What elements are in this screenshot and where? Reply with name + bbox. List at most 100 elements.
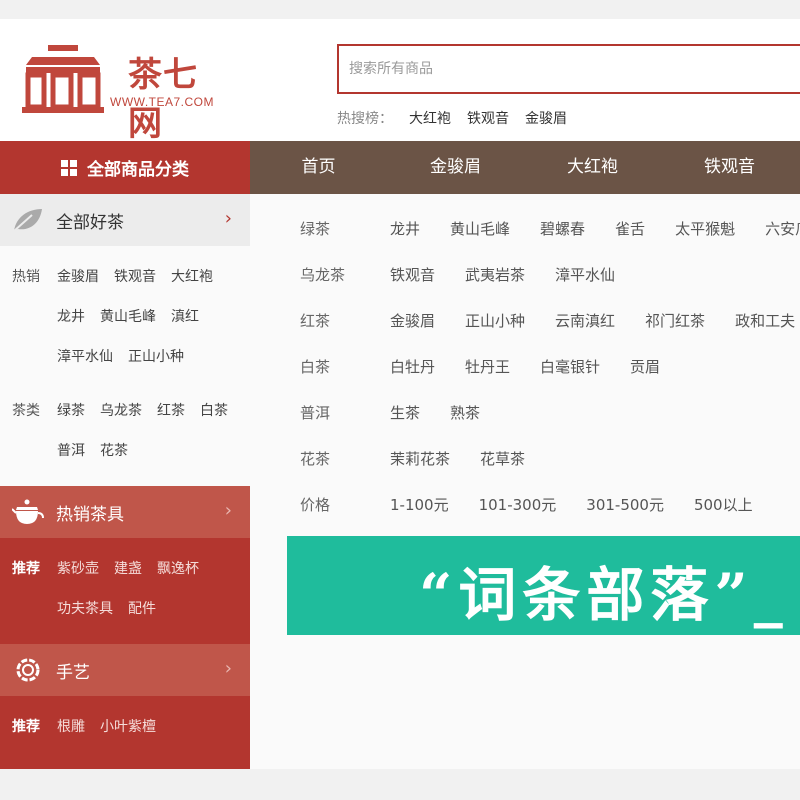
hot-search-label: 热搜榜： <box>337 111 393 127</box>
nav-link-jinjunmei[interactable]: 金骏眉 <box>387 141 524 194</box>
hot-search-link[interactable]: 金骏眉 <box>525 108 567 128</box>
sidebar-head-craft[interactable]: 手艺 › <box>0 644 250 696</box>
sidebar-title: 热销茶具 <box>56 504 124 525</box>
chevron-right-icon: › <box>224 208 232 229</box>
page-bottom <box>0 769 800 800</box>
sidebar-row-hot: 热销 金骏眉 铁观音 大红袍 <box>12 256 238 296</box>
category-link[interactable]: 六安瓜片 <box>765 218 800 239</box>
sidebar-link[interactable]: 滇红 <box>171 306 199 326</box>
search-box <box>337 44 800 94</box>
sidebar-row: 功夫茶具 配件 <box>12 588 238 628</box>
main-nav: 全部商品分类 首页 金骏眉 大红袍 铁观音 <box>0 141 800 194</box>
hot-search: 热搜榜： 大红袍 铁观音 金骏眉 <box>337 108 583 128</box>
all-categories-button[interactable]: 全部商品分类 <box>0 141 250 194</box>
category-link[interactable]: 茉莉花茶 <box>390 448 450 469</box>
sidebar-link[interactable]: 普洱 <box>57 440 85 460</box>
row-label: 热销 <box>12 269 40 285</box>
sidebar-link[interactable]: 花茶 <box>100 440 128 460</box>
category-name[interactable]: 乌龙茶 <box>300 264 345 285</box>
category-name[interactable]: 花茶 <box>300 448 330 469</box>
sidebar-row-types: 茶类 绿茶 乌龙茶 红茶 白茶 <box>12 390 238 430</box>
category-link[interactable]: 白毫银针 <box>540 356 600 377</box>
row-label: 推荐 <box>12 561 40 577</box>
category-name[interactable]: 价格 <box>300 494 330 515</box>
chevron-right-icon: › <box>224 658 232 679</box>
category-link[interactable]: 雀舌 <box>615 218 645 239</box>
category-link[interactable]: 生茶 <box>390 402 420 423</box>
sidebar-title: 手艺 <box>56 662 90 683</box>
search-input[interactable] <box>349 58 789 80</box>
teapot-logo-icon <box>22 45 104 113</box>
sidebar-link[interactable]: 铁观音 <box>114 266 156 286</box>
category-link[interactable]: 黄山毛峰 <box>450 218 510 239</box>
sidebar-title: 全部好茶 <box>56 212 124 233</box>
category-name[interactable]: 白茶 <box>300 356 330 377</box>
price-link[interactable]: 301-500元 <box>586 494 664 515</box>
sidebar-link[interactable]: 黄山毛峰 <box>100 306 156 326</box>
sidebar-link[interactable]: 配件 <box>128 598 156 618</box>
sidebar-link[interactable]: 小叶紫檀 <box>100 716 156 736</box>
sidebar-row: 龙井 黄山毛峰 滇红 <box>12 296 238 336</box>
sidebar-link[interactable]: 功夫茶具 <box>57 598 113 618</box>
sidebar-link[interactable]: 龙井 <box>57 306 85 326</box>
nav-link-dahongpao[interactable]: 大红袍 <box>524 141 661 194</box>
leaf-icon <box>12 204 44 236</box>
sidebar-section-tea: 全部好茶 › 热销 金骏眉 铁观音 大红袍 龙井 黄山毛峰 滇红 漳平水仙 正山… <box>0 194 250 486</box>
promo-banner[interactable]: “词条部落”_ <box>287 536 800 635</box>
sidebar-head-teaware[interactable]: 热销茶具 › <box>0 486 250 538</box>
all-categories-label: 全部商品分类 <box>87 160 189 180</box>
sidebar-link[interactable]: 乌龙茶 <box>100 400 142 420</box>
sidebar-link[interactable]: 紫砂壶 <box>57 558 99 578</box>
category-link[interactable]: 龙井 <box>390 218 420 239</box>
row-label: 茶类 <box>12 403 40 419</box>
category-link[interactable]: 漳平水仙 <box>555 264 615 285</box>
category-link[interactable]: 花草茶 <box>480 448 525 469</box>
sidebar-row-recommend: 推荐 根雕 小叶紫檀 <box>12 706 238 746</box>
hot-search-link[interactable]: 大红袍 <box>409 108 451 128</box>
row-label: 推荐 <box>12 719 40 735</box>
category-name[interactable]: 红茶 <box>300 310 330 331</box>
header: 茶七网 WWW.TEA7.COM 热搜榜： 大红袍 铁观音 金骏眉 <box>0 19 800 144</box>
category-link[interactable]: 正山小种 <box>465 310 525 331</box>
price-link[interactable]: 500以上 <box>694 494 753 515</box>
price-link[interactable]: 101-300元 <box>479 494 557 515</box>
site-logo[interactable]: 茶七网 WWW.TEA7.COM <box>22 43 232 144</box>
sidebar-link[interactable]: 正山小种 <box>128 346 184 366</box>
category-link[interactable]: 白牡丹 <box>390 356 435 377</box>
category-link[interactable]: 贡眉 <box>630 356 660 377</box>
category-link[interactable]: 武夷岩茶 <box>465 264 525 285</box>
sidebar-row: 漳平水仙 正山小种 <box>12 336 238 376</box>
category-link[interactable]: 铁观音 <box>390 264 435 285</box>
sidebar-section-craft: 手艺 › 推荐 根雕 小叶紫檀 <box>0 644 250 769</box>
price-link[interactable]: 1-100元 <box>390 494 449 515</box>
category-link[interactable]: 政和工夫 <box>735 310 795 331</box>
sidebar-section-teaware: 热销茶具 › 推荐 紫砂壶 建盏 飘逸杯 功夫茶具 配件 <box>0 486 250 644</box>
category-link[interactable]: 碧螺春 <box>540 218 585 239</box>
sidebar-head-tea[interactable]: 全部好茶 › <box>0 194 250 246</box>
sidebar-link[interactable]: 建盏 <box>114 558 142 578</box>
nav-link-home[interactable]: 首页 <box>250 141 387 194</box>
category-link[interactable]: 太平猴魁 <box>675 218 735 239</box>
sidebar-link[interactable]: 大红袍 <box>171 266 213 286</box>
sidebar-link[interactable]: 漳平水仙 <box>57 346 113 366</box>
hot-search-link[interactable]: 铁观音 <box>467 108 509 128</box>
logo-url: WWW.TEA7.COM <box>110 95 214 109</box>
category-sidebar: 全部好茶 › 热销 金骏眉 铁观音 大红袍 龙井 黄山毛峰 滇红 漳平水仙 正山… <box>0 194 250 769</box>
sidebar-link[interactable]: 金骏眉 <box>57 266 99 286</box>
sidebar-link[interactable]: 飘逸杯 <box>157 558 199 578</box>
category-link[interactable]: 牡丹王 <box>465 356 510 377</box>
nav-link-tieguanyin[interactable]: 铁观音 <box>661 141 798 194</box>
sidebar-link[interactable]: 红茶 <box>157 400 185 420</box>
sidebar-link[interactable]: 绿茶 <box>57 400 85 420</box>
category-link[interactable]: 云南滇红 <box>555 310 615 331</box>
sidebar-link[interactable]: 白茶 <box>200 400 228 420</box>
sidebar-row: 普洱 花茶 <box>12 430 238 470</box>
category-link[interactable]: 祁门红茶 <box>645 310 705 331</box>
category-name[interactable]: 绿茶 <box>300 218 330 239</box>
grid-icon <box>61 159 77 176</box>
sidebar-link[interactable]: 根雕 <box>57 716 85 736</box>
category-menu-panel: 绿茶 龙井 黄山毛峰 碧螺春 雀舌 太平猴魁 六安瓜片 乌龙茶 铁观音 武夷岩茶… <box>250 194 800 769</box>
category-link[interactable]: 熟茶 <box>450 402 480 423</box>
category-link[interactable]: 金骏眉 <box>390 310 435 331</box>
category-name[interactable]: 普洱 <box>300 402 330 423</box>
